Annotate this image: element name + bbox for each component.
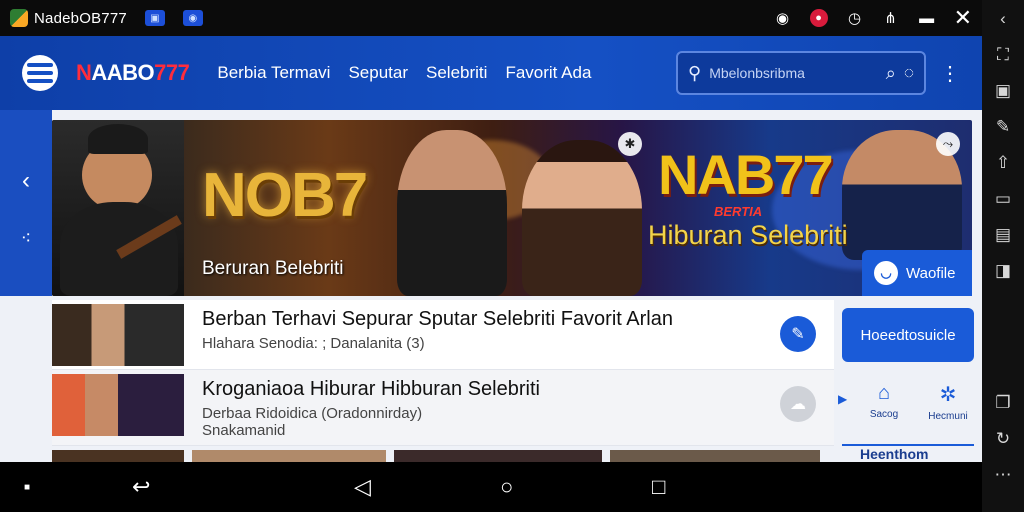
app-header: NAABO777 Berbia Termavi Seputar Selebrit… bbox=[0, 36, 982, 110]
status-bar: NadebOB777 ▣ ◉ ◉ ● ◷ ⋔ ▬ ✕ bbox=[0, 0, 982, 36]
settings-icon: ✲ bbox=[939, 384, 957, 406]
banner-actor-image bbox=[397, 130, 507, 296]
right-sidebar: Hoeedtosuicle ▶ ⌂ Sacog ✲ Hecmuni Heenth… bbox=[834, 296, 982, 462]
dot-icon: ■ bbox=[24, 481, 31, 493]
feather-icon[interactable]: ✎ bbox=[780, 316, 816, 352]
comment-icon[interactable]: ☁ bbox=[780, 386, 816, 422]
menu-logo-icon[interactable] bbox=[22, 55, 58, 91]
article-list: Berban Terhavi Sepurar Sputar Selebriti … bbox=[52, 300, 834, 446]
wifi-icon: ⋔ bbox=[884, 10, 897, 27]
banner-badge-icon[interactable]: ✱ bbox=[618, 132, 642, 156]
screenshot-icon[interactable]: ◉ bbox=[182, 10, 203, 26]
notification-icon[interactable]: ● bbox=[809, 9, 828, 27]
copy-icon[interactable]: ❐ bbox=[992, 392, 1014, 414]
article-headline[interactable]: Berban Terhavi Sepurar Sputar Selebriti … bbox=[202, 308, 673, 331]
article-thumbnail bbox=[52, 304, 184, 366]
article-thumbnail bbox=[52, 374, 184, 436]
keyboard-icon[interactable]: ▤ bbox=[992, 224, 1014, 246]
article-headline[interactable]: Kroganiaoa Hiburar Hibburan Selebriti bbox=[202, 378, 540, 401]
back-icon[interactable]: ↩ bbox=[132, 474, 150, 500]
close-icon[interactable]: ✕ bbox=[954, 5, 972, 31]
banner-title-right: NAB77 bbox=[658, 143, 834, 206]
list-item[interactable]: Kroganiaoa Hiburar Hibburan Selebriti De… bbox=[52, 370, 834, 446]
article-meta-2: Snakamanid bbox=[202, 422, 286, 439]
banner-tag-right: BERTIA bbox=[714, 204, 763, 219]
search-submit-icon[interactable]: ⌕ bbox=[886, 63, 896, 84]
home-icon[interactable]: ○ bbox=[500, 474, 513, 500]
content-area: ‹ ⁖ NOB7 Beruran Belebriti NAB77 BERTIA … bbox=[0, 110, 982, 462]
banner-title-left: NOB7 bbox=[202, 161, 368, 230]
carousel-prev-icon[interactable]: ‹ bbox=[22, 167, 30, 195]
kebab-menu-icon[interactable]: ⋮ bbox=[940, 61, 960, 86]
hero-banner[interactable]: NOB7 Beruran Belebriti NAB77 BERTIA Hibu… bbox=[52, 120, 972, 296]
banner-subtitle-left: Beruran Belebriti bbox=[202, 258, 344, 279]
banner-share-icon[interactable]: ⤳ bbox=[936, 132, 960, 156]
nav-item-selebriti[interactable]: Selebriti bbox=[426, 63, 487, 83]
more-icon[interactable]: ⋯ bbox=[992, 464, 1014, 486]
main-nav: Berbia Termavi Seputar Selebriti Favorit… bbox=[217, 63, 591, 83]
app-logo-icon bbox=[10, 9, 28, 27]
phone-icon: ◡ bbox=[874, 261, 898, 285]
article-meta: Hlahara Senodia: ; Danalanita (3) bbox=[202, 335, 425, 352]
more-thumbnails bbox=[52, 450, 834, 462]
carousel-left-rail: ‹ ⁖ bbox=[0, 110, 52, 296]
brand-logo[interactable]: NAABO777 bbox=[76, 60, 190, 86]
rotate-icon[interactable]: ↻ bbox=[992, 428, 1014, 450]
banner-actress-image bbox=[522, 140, 642, 296]
briefcase-icon: ⌂ bbox=[877, 382, 891, 404]
search-input[interactable]: Mbelonbsribma bbox=[709, 65, 878, 81]
share-icon[interactable]: ⁖ bbox=[21, 228, 32, 249]
nav-item-seputar[interactable]: Seputar bbox=[348, 63, 408, 83]
folder-icon[interactable]: ▭ bbox=[992, 188, 1014, 210]
clock-icon: ◷ bbox=[848, 10, 862, 27]
sidebar-cta-button[interactable]: Hoeedtosuicle bbox=[842, 308, 974, 362]
nav-back-triangle-icon[interactable]: ◁ bbox=[354, 474, 371, 500]
list-item[interactable]: Berban Terhavi Sepurar Sputar Selebriti … bbox=[52, 300, 834, 370]
emulator-toolbar: ‹ ⛶ ▣ ✎ ⇧ ▭ ▤ ◨ ❐ ↻ ⋯ bbox=[982, 0, 1024, 512]
android-nav-bar: ■ ↩ ◁ ○ □ bbox=[0, 462, 982, 512]
sidebar-item-hecmuni[interactable]: ✲ Hecmuni bbox=[918, 382, 978, 422]
banner-subtitle-right: Hiburan Selebriti bbox=[648, 220, 848, 250]
nav-item-favorit[interactable]: Favorit Ada bbox=[505, 63, 591, 83]
screenshot-tool-icon[interactable]: ▣ bbox=[992, 80, 1014, 102]
back-arrow-icon[interactable]: ‹ bbox=[992, 8, 1014, 30]
recents-icon[interactable]: □ bbox=[652, 474, 665, 500]
search-icon: ⚲ bbox=[688, 62, 702, 83]
record-icon[interactable]: ◉ bbox=[774, 9, 792, 27]
fullscreen-icon[interactable]: ⛶ bbox=[992, 44, 1014, 66]
banner-guitarist-image bbox=[52, 120, 184, 296]
article-meta: Derbaa Ridoidica (Oradonnirday) bbox=[202, 405, 423, 422]
install-apk-icon[interactable]: ⇧ bbox=[992, 152, 1014, 174]
mobile-button[interactable]: ◡ Waofile bbox=[862, 250, 972, 296]
battery-icon: ▬ bbox=[919, 9, 935, 27]
nav-item-berita[interactable]: Berbia Termavi bbox=[217, 63, 330, 83]
sidebar-arrow-icon[interactable]: ▶ bbox=[838, 392, 847, 406]
image-icon[interactable]: ▣ bbox=[144, 10, 165, 26]
volume-icon[interactable]: ◨ bbox=[992, 260, 1014, 282]
sidebar-footer[interactable]: Heenthom bbox=[842, 444, 974, 462]
chat-icon[interactable]: ◌ bbox=[904, 63, 914, 83]
sidebar-item-sacog[interactable]: ⌂ Sacog bbox=[854, 382, 914, 420]
edit-icon[interactable]: ✎ bbox=[992, 116, 1014, 138]
app-name: NadebOB777 bbox=[34, 9, 127, 27]
search-box[interactable]: ⚲ Mbelonbsribma ⌕ ◌ bbox=[676, 51, 926, 95]
